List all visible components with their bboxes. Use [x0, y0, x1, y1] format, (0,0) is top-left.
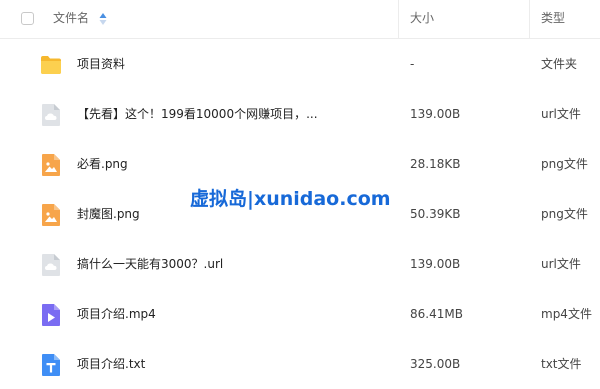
file-row[interactable]: 项目介绍.txt 325.00B txt文件 [0, 339, 600, 389]
image-icon [42, 204, 60, 226]
file-list-header: 文件名 大小 类型 [0, 0, 600, 39]
file-type: 文件夹 [541, 57, 578, 71]
file-size: 325.00B [410, 357, 461, 371]
video-icon [42, 304, 60, 326]
column-divider[interactable] [529, 0, 530, 38]
watermark-text: 虚拟岛|xunidao.com [190, 188, 391, 210]
file-name[interactable]: 搞什么一天能有3000？.url [77, 239, 223, 289]
file-size: 139.00B [410, 107, 461, 121]
column-header-name[interactable]: 文件名 [53, 0, 89, 38]
file-row[interactable]: 必看.png 28.18KB png文件 [0, 139, 600, 189]
file-name[interactable]: 【先看】这个！199看10000个网赚项目，... [77, 89, 318, 139]
file-row[interactable]: 搞什么一天能有3000？.url 139.00B url文件 [0, 239, 600, 289]
file-name[interactable]: 项目介绍.mp4 [77, 289, 156, 339]
column-header-size[interactable]: 大小 [410, 0, 434, 38]
cloud-link-icon [42, 104, 60, 126]
file-size: - [410, 57, 415, 71]
file-size: 28.18KB [410, 157, 461, 171]
file-type: txt文件 [541, 357, 582, 371]
file-type: url文件 [541, 107, 581, 121]
sort-icon[interactable] [99, 12, 107, 26]
file-type: png文件 [541, 207, 588, 221]
column-divider[interactable] [398, 0, 399, 38]
text-file-icon [42, 354, 60, 376]
folder-icon [41, 56, 61, 74]
file-row[interactable]: 项目介绍.mp4 86.41MB mp4文件 [0, 289, 600, 339]
file-name[interactable]: 必看.png [77, 139, 128, 189]
file-row[interactable]: 【先看】这个！199看10000个网赚项目，... 139.00B url文件 [0, 89, 600, 139]
file-name[interactable]: 项目资料 [77, 39, 125, 89]
file-type: mp4文件 [541, 307, 592, 321]
file-size: 139.00B [410, 257, 461, 271]
file-row[interactable]: 项目资料 - 文件夹 [0, 39, 600, 89]
file-type: png文件 [541, 157, 588, 171]
watermark-logo: 虚拟岛|xunidao.com [190, 184, 420, 214]
file-type: url文件 [541, 257, 581, 271]
cloud-link-icon [42, 254, 60, 276]
file-name[interactable]: 项目介绍.txt [77, 339, 145, 389]
image-icon [42, 154, 60, 176]
file-name[interactable]: 封魔图.png [77, 189, 140, 239]
select-all-checkbox[interactable] [21, 12, 34, 25]
column-header-type[interactable]: 类型 [541, 0, 565, 38]
file-size: 86.41MB [410, 307, 463, 321]
